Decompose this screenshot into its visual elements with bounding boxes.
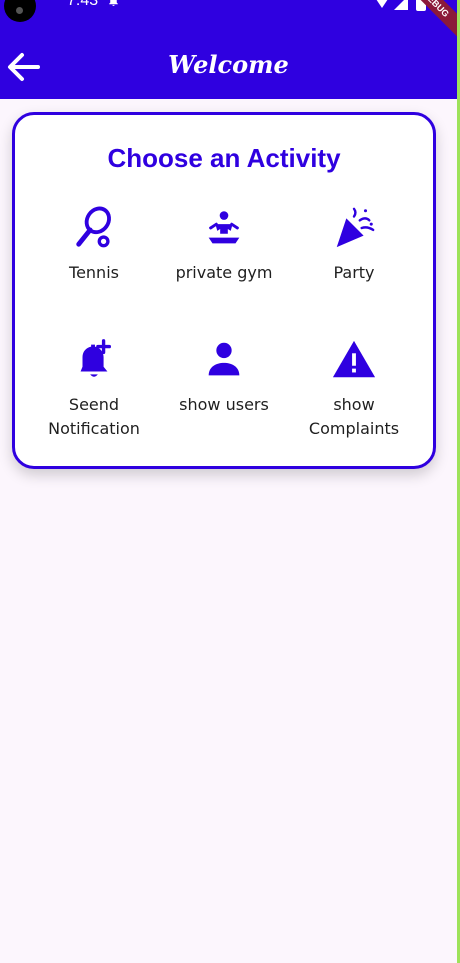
status-bar: 7:43 DEBUG	[0, 0, 457, 42]
bell-add-icon	[80, 339, 112, 377]
activity-send-notification[interactable]: Seend Notification	[29, 337, 159, 441]
activity-show-complaints[interactable]: show Complaints	[289, 337, 419, 441]
status-time: 7:43	[67, 0, 99, 9]
tennis-racket-icon	[76, 206, 111, 248]
activity-label: Seend Notification	[48, 395, 140, 438]
person-icon	[208, 342, 240, 376]
activity-private-gym[interactable]: private gym	[159, 205, 289, 285]
activity-tennis[interactable]: Tennis	[29, 205, 159, 285]
notification-bell-icon	[109, 0, 118, 6]
activity-party[interactable]: Party	[289, 205, 419, 285]
activity-show-users[interactable]: show users	[159, 337, 289, 417]
activity-label: private gym	[175, 263, 273, 282]
activity-label: Party	[333, 263, 375, 282]
camera-cutout	[4, 0, 36, 22]
page-title: Welcome	[168, 50, 289, 79]
app-bar: 7:43 DEBUG Welcome	[0, 0, 457, 99]
activity-label: show Complaints	[308, 395, 400, 438]
activity-card: Choose an Activity Tennis private gym Pa…	[12, 112, 436, 469]
meditation-icon	[208, 211, 240, 244]
card-title: Choose an Activity	[107, 143, 341, 173]
activity-label: Tennis	[69, 263, 119, 282]
warning-icon	[332, 340, 376, 378]
party-popper-icon	[336, 207, 375, 248]
activity-label: show users	[179, 395, 269, 414]
